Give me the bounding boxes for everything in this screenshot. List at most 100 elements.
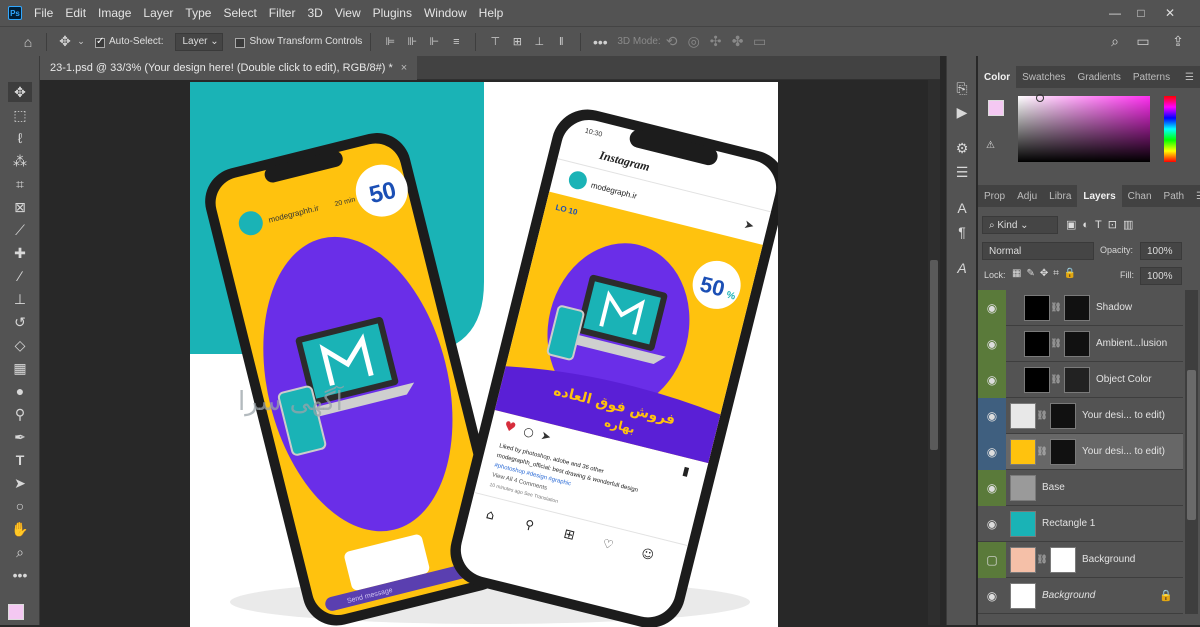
adjustment-sliders-icon[interactable]: ☰ [950, 162, 974, 182]
stamp-tool-icon[interactable]: ⊥ [8, 289, 32, 309]
ellipse-tool-icon[interactable]: ○ [8, 496, 32, 516]
gradient-tool-icon[interactable]: ▦ [8, 358, 32, 378]
lock-icons[interactable]: ▦✎✥⌗🔒 [1012, 268, 1081, 279]
color-picker-cursor[interactable] [1036, 94, 1044, 102]
mask-thumbnail[interactable] [1064, 330, 1090, 357]
menu-file[interactable]: File [34, 6, 53, 20]
brush-settings-icon[interactable]: ⚙ [950, 138, 974, 158]
layer-row[interactable]: ◉ ⛓ Your desi... to edit) [978, 397, 1183, 434]
menu-3d[interactable]: 3D [307, 6, 322, 20]
menu-filter[interactable]: Filter [269, 6, 296, 20]
visibility-eye-icon[interactable]: ◉ [978, 469, 1006, 506]
transform-controls-checkbox[interactable]: Show Transform Controls [235, 36, 362, 48]
eyedropper-icon[interactable]: ⟋ [8, 220, 32, 240]
layer-row[interactable]: ◉ ⛓ Shadow [978, 289, 1183, 326]
menu-edit[interactable]: Edit [65, 6, 86, 20]
panel-menu-icon[interactable]: ☰ [1179, 66, 1200, 88]
menu-select[interactable]: Select [223, 6, 256, 20]
auto-select-dropdown[interactable]: Layer ⌄ [175, 32, 224, 51]
magic-wand-icon[interactable]: ⁂ [8, 151, 32, 171]
blur-tool-icon[interactable]: ● [8, 381, 32, 401]
tab-patterns[interactable]: Patterns [1127, 66, 1176, 88]
workspace-icon[interactable]: ▭ [1132, 33, 1154, 50]
move-tool-icon[interactable]: ✥ [8, 82, 32, 102]
3d-drag-icon[interactable]: ✣ [705, 33, 727, 50]
distribute-icon[interactable]: ≡ [445, 36, 467, 48]
mask-thumbnail[interactable] [1050, 546, 1076, 573]
align-center-icon[interactable]: ⊪ [401, 35, 423, 48]
color-picker-field[interactable] [1018, 96, 1150, 162]
align-middle-icon[interactable]: ⊞ [506, 35, 528, 48]
edit-toolbar-icon[interactable]: ••• [8, 565, 32, 585]
visibility-eye-icon[interactable]: ◉ [978, 506, 1006, 542]
character-panel-icon[interactable]: A [950, 198, 974, 218]
layer-row[interactable]: ◉ ⛓ Ambient...lusion [978, 325, 1183, 362]
visibility-eye-icon[interactable]: ◉ [978, 397, 1006, 434]
visibility-eye-icon[interactable]: ◉ [978, 361, 1006, 398]
menu-help[interactable]: Help [479, 6, 504, 20]
scrollbar-thumb[interactable] [1187, 370, 1196, 520]
more-options-icon[interactable]: ••• [589, 34, 611, 50]
glyphs-panel-icon[interactable]: A [950, 258, 974, 278]
scrollbar-thumb[interactable] [930, 260, 938, 450]
eraser-tool-icon[interactable]: ◇ [8, 335, 32, 355]
document-tab[interactable]: 23-1.psd @ 33/3% (Your design here! (Dou… [40, 56, 418, 80]
visibility-eye-icon[interactable]: ◉ [978, 289, 1006, 326]
pen-tool-icon[interactable]: ✒ [8, 427, 32, 447]
zoom-tool-icon[interactable]: ⌕ [8, 542, 32, 562]
mask-thumbnail[interactable] [1050, 438, 1076, 465]
tab-color[interactable]: Color [978, 66, 1017, 88]
layer-filter-icons[interactable]: ▣◐T⊡▥ [1066, 218, 1139, 231]
marquee-tool-icon[interactable]: ⬚ [8, 105, 32, 125]
filter-kind-dropdown[interactable]: ⌕ Kind ⌄ [982, 216, 1058, 234]
lasso-tool-icon[interactable]: ℓ [8, 128, 32, 148]
checkbox-unchecked-icon[interactable] [235, 37, 246, 48]
mask-thumbnail[interactable] [1050, 402, 1076, 429]
tab-swatches[interactable]: Swatches [1016, 66, 1071, 88]
layer-row[interactable]: ◉ Base [978, 469, 1183, 506]
layer-row[interactable]: ▢ ⛓ Background [978, 541, 1183, 578]
menu-plugins[interactable]: Plugins [373, 6, 412, 20]
close-tab-icon[interactable]: × [401, 62, 407, 74]
menu-layer[interactable]: Layer [143, 6, 173, 20]
3d-orbit-icon[interactable]: ⟲ [661, 33, 683, 50]
layer-row[interactable]: ◉ ⛓ Object Color [978, 361, 1183, 398]
layers-scrollbar[interactable] [1185, 290, 1198, 614]
3d-slide-icon[interactable]: ✤ [727, 33, 749, 50]
tab-layers[interactable]: Layers [1077, 185, 1122, 207]
type-tool-icon[interactable]: T [8, 450, 32, 470]
vertical-scrollbar[interactable] [928, 80, 940, 625]
paragraph-panel-icon[interactable]: ¶ [950, 222, 974, 242]
restore-button[interactable]: □ [1126, 0, 1156, 26]
history-panel-icon[interactable]: ⎘ [950, 78, 974, 98]
foreground-color-swatch[interactable] [988, 100, 1004, 116]
foreground-color-swatch[interactable] [8, 604, 24, 620]
3d-roll-icon[interactable]: ◎ [683, 33, 705, 50]
visibility-eye-icon[interactable]: ▢ [978, 541, 1006, 578]
close-button[interactable]: ✕ [1155, 0, 1185, 26]
auto-select-checkbox[interactable]: Auto-Select: [95, 36, 163, 48]
menu-window[interactable]: Window [424, 6, 467, 20]
align-right-icon[interactable]: ⊩ [423, 35, 445, 48]
visibility-eye-icon[interactable]: ◉ [978, 578, 1006, 614]
checkbox-checked-icon[interactable] [95, 36, 105, 48]
gamut-warning-icon[interactable]: ⚠ [986, 140, 995, 151]
layer-row[interactable]: ◉ Background 🔒 [978, 578, 1183, 614]
visibility-eye-icon[interactable]: ◉ [978, 433, 1006, 470]
lock-icon[interactable]: 🔒 [1159, 589, 1173, 602]
menu-view[interactable]: View [335, 6, 361, 20]
path-selection-icon[interactable]: ➤ [8, 473, 32, 493]
fill-field[interactable]: 100% [1140, 267, 1182, 285]
tab-adjustments[interactable]: Adju [1011, 185, 1043, 207]
healing-brush-icon[interactable]: ✚ [8, 243, 32, 263]
hand-tool-icon[interactable]: ✋ [8, 519, 32, 539]
document-canvas[interactable]: modegraphh.ir 20 min 50 Send message 10:… [190, 82, 778, 627]
brush-tool-icon[interactable]: ∕ [8, 266, 32, 286]
search-icon[interactable]: ⌕ [1106, 33, 1124, 50]
align-left-icon[interactable]: ⊫ [379, 35, 401, 48]
mask-thumbnail[interactable] [1064, 294, 1090, 321]
frame-tool-icon[interactable]: ⊠ [8, 197, 32, 217]
tab-paths[interactable]: Path [1158, 185, 1191, 207]
crop-tool-icon[interactable]: ⌗ [8, 174, 32, 194]
menu-image[interactable]: Image [98, 6, 131, 20]
